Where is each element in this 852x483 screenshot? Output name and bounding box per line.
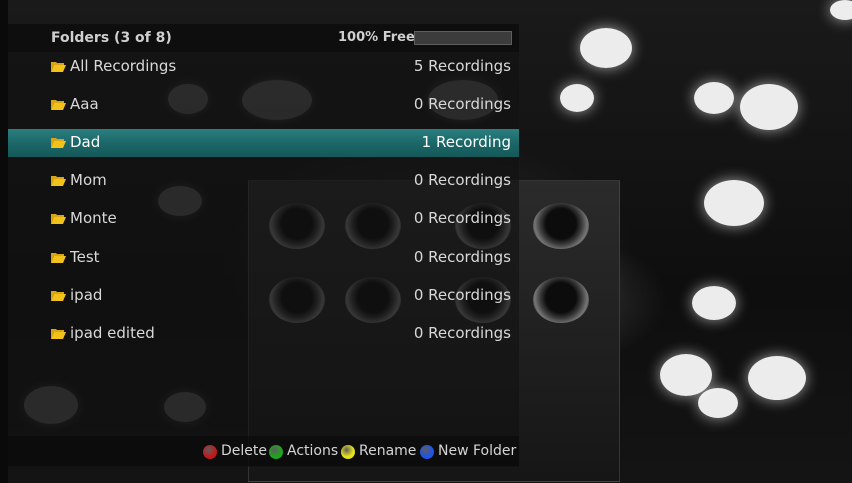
folder-name: ipad (70, 286, 103, 304)
new-folder-action[interactable]: New Folder (438, 443, 516, 459)
bokeh-light (748, 356, 806, 400)
bokeh-light (740, 84, 798, 130)
free-space-label: 100% Free (338, 30, 415, 45)
bokeh-light (660, 354, 712, 396)
folder-icon (51, 214, 66, 224)
folder-row[interactable]: Dad 1 Recording (8, 129, 519, 157)
bokeh-light (830, 0, 852, 20)
folder-row[interactable]: Aaa 0 Recordings (8, 91, 519, 119)
folder-icon (51, 100, 66, 110)
recording-count: 0 Recordings (413, 209, 511, 227)
free-space-bar (414, 31, 512, 45)
blue-button-icon[interactable] (420, 445, 434, 459)
recording-count: 0 Recordings (413, 248, 511, 266)
folder-icon (51, 329, 66, 339)
folder-row[interactable]: ipad 0 Recordings (8, 282, 519, 310)
folder-row[interactable]: Mom 0 Recordings (8, 167, 519, 195)
yellow-button-icon[interactable] (341, 445, 355, 459)
folder-icon (51, 176, 66, 186)
red-button-icon[interactable] (203, 445, 217, 459)
recording-count: 5 Recordings (413, 57, 511, 75)
bokeh-light (692, 286, 736, 320)
panel-title: Folders (3 of 8) (51, 30, 172, 46)
folder-row[interactable]: ipad edited 0 Recordings (8, 320, 519, 348)
recording-count: 0 Recordings (413, 324, 511, 342)
folder-name: Mom (70, 171, 107, 189)
free-space-bar-fill (415, 32, 511, 44)
bokeh-light (694, 82, 734, 114)
folder-name: Aaa (70, 95, 99, 113)
speaker-cone (533, 203, 589, 249)
folder-icon (51, 138, 66, 148)
bokeh-light (698, 388, 738, 418)
bokeh-light (560, 84, 594, 112)
recording-count: 1 Recording (421, 133, 511, 151)
speaker-cone (533, 277, 589, 323)
folder-icon (51, 253, 66, 263)
actions-action[interactable]: Actions (287, 443, 338, 459)
rename-action[interactable]: Rename (359, 443, 416, 459)
recording-count: 0 Recordings (413, 95, 511, 113)
bokeh-light (704, 180, 764, 226)
folder-name: Dad (70, 133, 101, 151)
recording-count: 0 Recordings (413, 286, 511, 304)
folder-name: All Recordings (70, 57, 177, 75)
folder-row[interactable]: Monte 0 Recordings (8, 205, 519, 233)
bokeh-light (580, 28, 632, 68)
green-button-icon[interactable] (269, 445, 283, 459)
folder-name: Monte (70, 209, 117, 227)
folder-icon (51, 62, 66, 72)
delete-action[interactable]: Delete (221, 443, 267, 459)
recording-count: 0 Recordings (413, 171, 511, 189)
folder-row[interactable]: Test 0 Recordings (8, 244, 519, 272)
folder-row[interactable]: All Recordings 5 Recordings (8, 53, 519, 81)
folder-name: Test (70, 248, 100, 266)
folder-icon (51, 291, 66, 301)
folder-name: ipad edited (70, 324, 155, 342)
